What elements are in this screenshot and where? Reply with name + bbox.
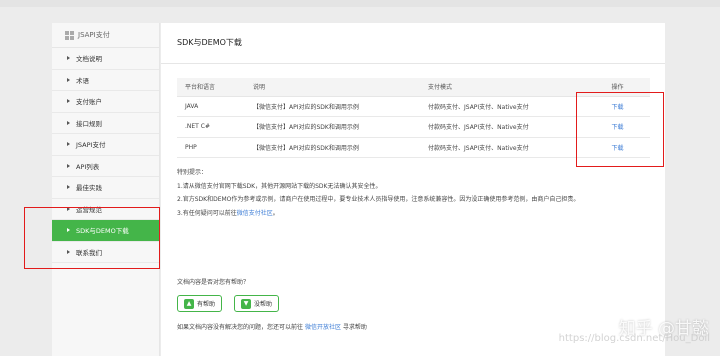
payment-mode-cell: 付款码支付、JSAPI支付、Native支付 <box>420 137 585 158</box>
watermark-url: https://blog.csdn.net/Hou_Doil <box>558 333 710 344</box>
footer-text: 如果文档内容没有解决您的问题，您还可以前往 <box>177 324 304 331</box>
column-header: 说明 <box>245 78 420 97</box>
notes-line-3-text: 3.有任何疑问可以前往 <box>177 209 237 217</box>
sidebar-item-doc[interactable]: 文档说明 <box>52 48 159 70</box>
sidebar: JSAPI支付 文档说明 术语 支付账户 接口规则 JSAPI支付 API列表 … <box>52 23 160 356</box>
thumbs-down-icon: ▼ <box>241 298 251 309</box>
footer-help: 如果文档内容没有解决您的问题，您还可以前往 微信开放社区 寻求帮助 <box>177 322 367 331</box>
highlight-box-download <box>576 92 664 167</box>
page-title: SDK与DEMO下载 <box>177 38 242 47</box>
wechat-pay-community-link[interactable]: 微信支付社区 <box>237 210 273 217</box>
sidebar-item-best-practice[interactable]: 最佳实践 <box>52 177 159 199</box>
sidebar-header: JSAPI支付 <box>52 23 159 48</box>
payment-mode-cell: 付款码支付、JSAPI支付、Native支付 <box>420 116 585 138</box>
notes-line-2: 2.官方SDK和DEMO作为参考或示例，请商户在使用过程中，要专业技术人员指导使… <box>177 196 580 203</box>
sidebar-item-label: 接口规则 <box>76 119 102 128</box>
description-cell: 【微信支付】API对应的SDK和调用示例 <box>245 116 420 138</box>
notes-title: 特别提示： <box>177 169 208 176</box>
notes-line-3: 3.有任何疑问可以前往微信支付社区。 <box>177 207 657 221</box>
sidebar-item-label: API列表 <box>76 162 100 171</box>
notes-line-1: 1.请从微信支付官网下载SDK，其他开源网站下载的SDK无法确认其安全性。 <box>177 182 382 190</box>
sidebar-item-jsapi[interactable]: JSAPI支付 <box>52 134 159 156</box>
wechat-open-community-link[interactable]: 微信开放社区 <box>305 324 341 331</box>
page: JSAPI支付 文档说明 术语 支付账户 接口规则 JSAPI支付 API列表 … <box>0 0 720 356</box>
caret-right-icon <box>67 99 70 104</box>
platform-cell: .NET C# <box>177 116 245 138</box>
help-question: 文档内容是否对您有帮助？ <box>177 279 250 286</box>
footer-text-end: 寻求帮助 <box>342 324 367 331</box>
column-header: 平台和语言 <box>177 78 245 97</box>
sidebar-header-label: JSAPI支付 <box>78 31 110 39</box>
thumbs-up-icon: ▲ <box>184 298 194 309</box>
main-content: SDK与DEMO下载 平台和语言 说明 支付模式 操作 JAVA 【微信支付】A… <box>161 23 665 356</box>
caret-right-icon <box>67 77 70 82</box>
special-notes: 特别提示： 1.请从微信支付官网下载SDK，其他开源网站下载的SDK无法确认其安… <box>177 166 657 220</box>
sidebar-item-account[interactable]: 支付账户 <box>52 91 159 113</box>
caret-right-icon <box>67 56 70 61</box>
not-helpful-button-label: 没帮助 <box>254 301 273 308</box>
description-cell: 【微信支付】API对应的SDK和调用示例 <box>245 96 420 117</box>
caret-right-icon <box>67 120 70 125</box>
caret-right-icon <box>67 185 70 190</box>
sidebar-item-terms[interactable]: 术语 <box>52 70 159 91</box>
notes-line-3-end: 。 <box>272 209 279 217</box>
sidebar-item-label: 文档说明 <box>76 55 102 64</box>
highlight-box-sidebar <box>24 207 160 269</box>
sidebar-item-rules[interactable]: 接口规则 <box>52 113 159 134</box>
platform-cell: JAVA <box>177 96 245 117</box>
not-helpful-button[interactable]: ▼ 没帮助 <box>234 295 280 312</box>
sidebar-item-api-list[interactable]: API列表 <box>52 156 159 177</box>
column-header: 支付模式 <box>420 78 585 97</box>
sidebar-item-label: JSAPI支付 <box>76 141 106 150</box>
sidebar-item-label: 术语 <box>76 76 89 85</box>
helpful-button-label: 有帮助 <box>197 301 216 308</box>
helpful-button[interactable]: ▲ 有帮助 <box>177 295 223 312</box>
description-cell: 【微信支付】API对应的SDK和调用示例 <box>245 137 420 158</box>
caret-right-icon <box>67 142 70 147</box>
grid-icon <box>65 30 74 40</box>
sidebar-item-label: 支付账户 <box>76 98 102 107</box>
divider <box>161 63 665 64</box>
payment-mode-cell: 付款码支付、JSAPI支付、Native支付 <box>420 96 585 117</box>
top-bar <box>0 0 720 7</box>
platform-cell: PHP <box>177 137 245 158</box>
caret-right-icon <box>67 163 70 168</box>
sidebar-item-label: 最佳实践 <box>76 184 102 193</box>
